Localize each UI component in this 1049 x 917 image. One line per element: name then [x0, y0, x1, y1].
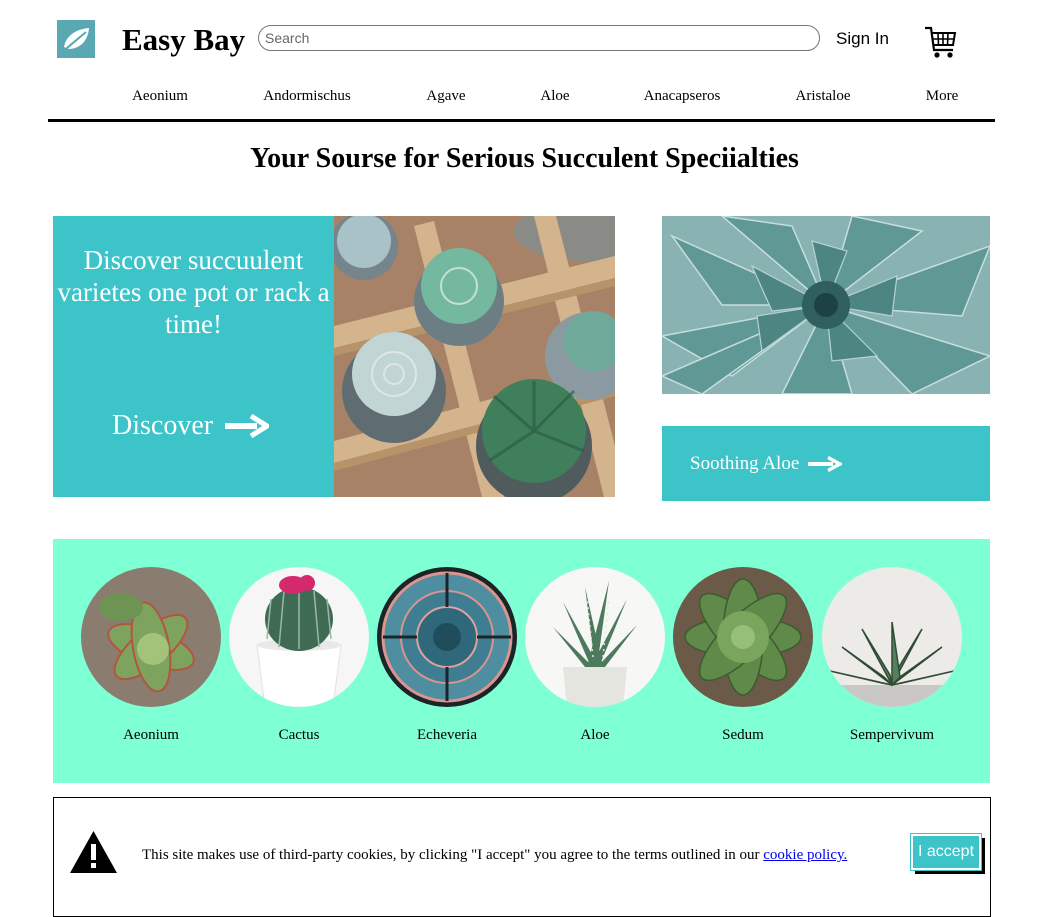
nav-item-agave[interactable]: Agave [426, 86, 465, 106]
category-label: Cactus [278, 727, 320, 743]
sign-in-link[interactable]: Sign In [836, 28, 889, 50]
soothing-aloe-panel: Soothing Aloe [662, 426, 990, 501]
discover-label: Discover [112, 410, 214, 441]
nav-item-aristaloe[interactable]: Aristaloe [796, 86, 851, 106]
category-card-aloe[interactable]: Aloe [525, 567, 665, 744]
echeveria-image [377, 567, 517, 707]
nav-item-anacapseros[interactable]: Anacapseros [644, 86, 721, 106]
sedum-image [673, 567, 813, 707]
category-label: Aeonium [123, 727, 179, 743]
search-input[interactable] [258, 25, 820, 51]
category-card-sempervivum[interactable]: Sempervivum [822, 567, 962, 744]
nav-item-andormischus[interactable]: Andormischus [263, 86, 351, 106]
nav-item-aloe[interactable]: Aloe [540, 86, 569, 106]
category-label: Echeveria [417, 727, 477, 743]
arrow-right-icon [808, 456, 843, 472]
warning-icon [70, 831, 117, 873]
cart-icon [925, 26, 957, 58]
sempervivum-image [822, 567, 962, 707]
aloe-image [525, 567, 665, 707]
aeonium-image [81, 567, 221, 707]
leaf-icon [63, 28, 89, 52]
category-label: Aloe [580, 727, 610, 743]
cookie-policy-link[interactable]: cookie policy. [763, 847, 847, 863]
cookie-message: This site makes use of third-party cooki… [142, 845, 847, 865]
category-card-sedum[interactable]: Sedum [673, 567, 813, 744]
category-label: Sempervivum [849, 727, 935, 743]
logo[interactable] [57, 20, 95, 58]
hero-panel: Discover succuulent varietes one pot or … [53, 216, 334, 497]
category-card-aeonium[interactable]: Aeonium [81, 567, 221, 744]
page-headline: Your Sourse for Serious Succulent Specii… [250, 143, 799, 174]
arrow-right-icon [225, 414, 270, 438]
soothing-aloe-link[interactable]: Soothing Aloe [690, 452, 843, 476]
category-nav: Aeonium Andormischus Agave Aloe Anacapse… [0, 86, 1049, 106]
nav-item-aeonium[interactable]: Aeonium [132, 86, 188, 106]
brand-name[interactable]: Easy Bay [122, 20, 245, 60]
nav-divider [48, 119, 995, 122]
discover-button[interactable]: Discover [112, 409, 270, 443]
soothing-aloe-label: Soothing Aloe [690, 453, 800, 474]
hero-image-succulent-tray [334, 216, 615, 497]
cookie-banner: This site makes use of third-party cooki… [53, 797, 991, 917]
accept-cookies-button[interactable]: I accept [910, 833, 982, 871]
category-strip: Aeonium Cactus Echeveria Aloe Sedum Semp… [53, 539, 990, 783]
agave-image [662, 216, 990, 394]
cart-button[interactable] [924, 24, 958, 60]
category-card-echeveria[interactable]: Echeveria [377, 567, 517, 744]
category-card-cactus[interactable]: Cactus [229, 567, 369, 744]
cookie-text: This site makes use of third-party cooki… [142, 847, 760, 863]
cactus-image [229, 567, 369, 707]
category-label: Sedum [722, 727, 764, 743]
nav-item-more[interactable]: More [926, 86, 959, 106]
hero-text: Discover succuulent varietes one pot or … [57, 245, 330, 339]
